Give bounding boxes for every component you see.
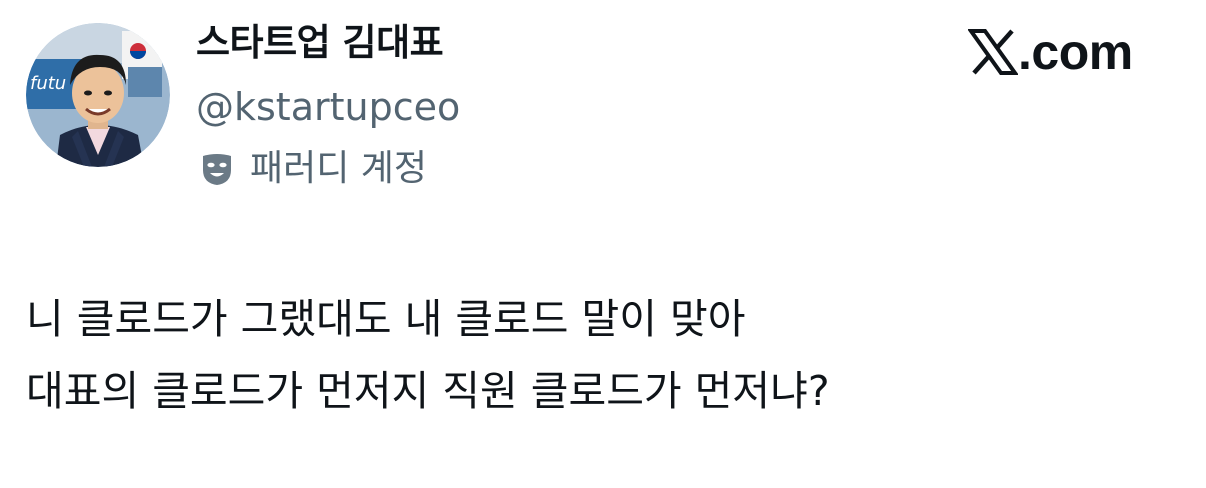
parody-account-badge: 패러디 계정 bbox=[198, 144, 427, 194]
tweet-line: 니 클로드가 그랬대도 내 클로드 말이 맞아 bbox=[26, 295, 746, 343]
brand-domain-text: .com bbox=[1018, 24, 1133, 80]
x-com-brand: .com bbox=[967, 22, 1133, 82]
avatar[interactable]: futu bbox=[26, 23, 170, 167]
tweet-body: 니 클로드가 그랬대도 내 클로드 말이 맞아 대표의 클로드가 먼저지 직원 … bbox=[26, 283, 1176, 427]
parody-account-label: 패러디 계정 bbox=[250, 148, 428, 189]
x-logo-icon bbox=[967, 27, 1019, 77]
author-display-name[interactable]: 스타트업 김대표 bbox=[196, 18, 444, 68]
tweet-line: 대표의 클로드가 먼저지 직원 클로드가 먼저냐? bbox=[26, 367, 830, 415]
theater-mask-icon bbox=[198, 150, 236, 188]
author-handle[interactable]: @kstartupceo bbox=[196, 82, 460, 132]
svg-text:futu: futu bbox=[30, 73, 66, 94]
profile-avatar-illustration: futu bbox=[26, 23, 170, 167]
